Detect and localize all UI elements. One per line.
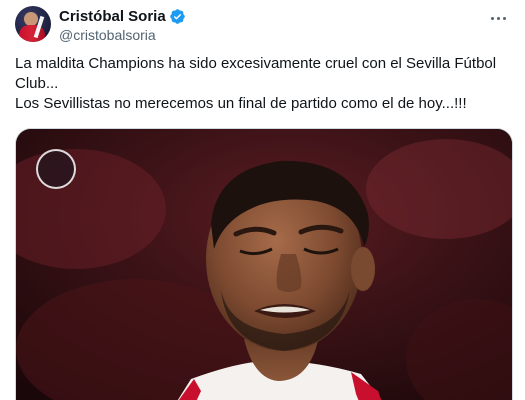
author-avatar[interactable] <box>15 6 51 42</box>
tweet-header: Cristóbal Soria @cristobalsoria <box>15 6 510 46</box>
channel-logo-watermark <box>36 149 76 189</box>
tweet-text: La maldita Champions ha sido excesivamen… <box>15 55 497 112</box>
more-options-icon[interactable] <box>486 8 510 28</box>
more-dot <box>490 16 494 20</box>
player-photo-illustration <box>16 129 512 400</box>
author-display-name[interactable]: Cristóbal Soria <box>59 8 166 25</box>
verified-badge-icon <box>169 8 186 25</box>
author-handle[interactable]: @cristobalsoria <box>59 26 186 44</box>
avatar-face <box>24 12 38 26</box>
tweet-media-photo[interactable] <box>15 128 513 400</box>
more-dot <box>502 16 506 20</box>
author-names: Cristóbal Soria @cristobalsoria <box>59 6 186 44</box>
more-dot <box>496 16 500 20</box>
avatar-shirt <box>19 25 45 42</box>
tweet-card[interactable]: Cristóbal Soria @cristobalsoria La maldi… <box>0 0 525 400</box>
display-name-row: Cristóbal Soria <box>59 6 186 26</box>
